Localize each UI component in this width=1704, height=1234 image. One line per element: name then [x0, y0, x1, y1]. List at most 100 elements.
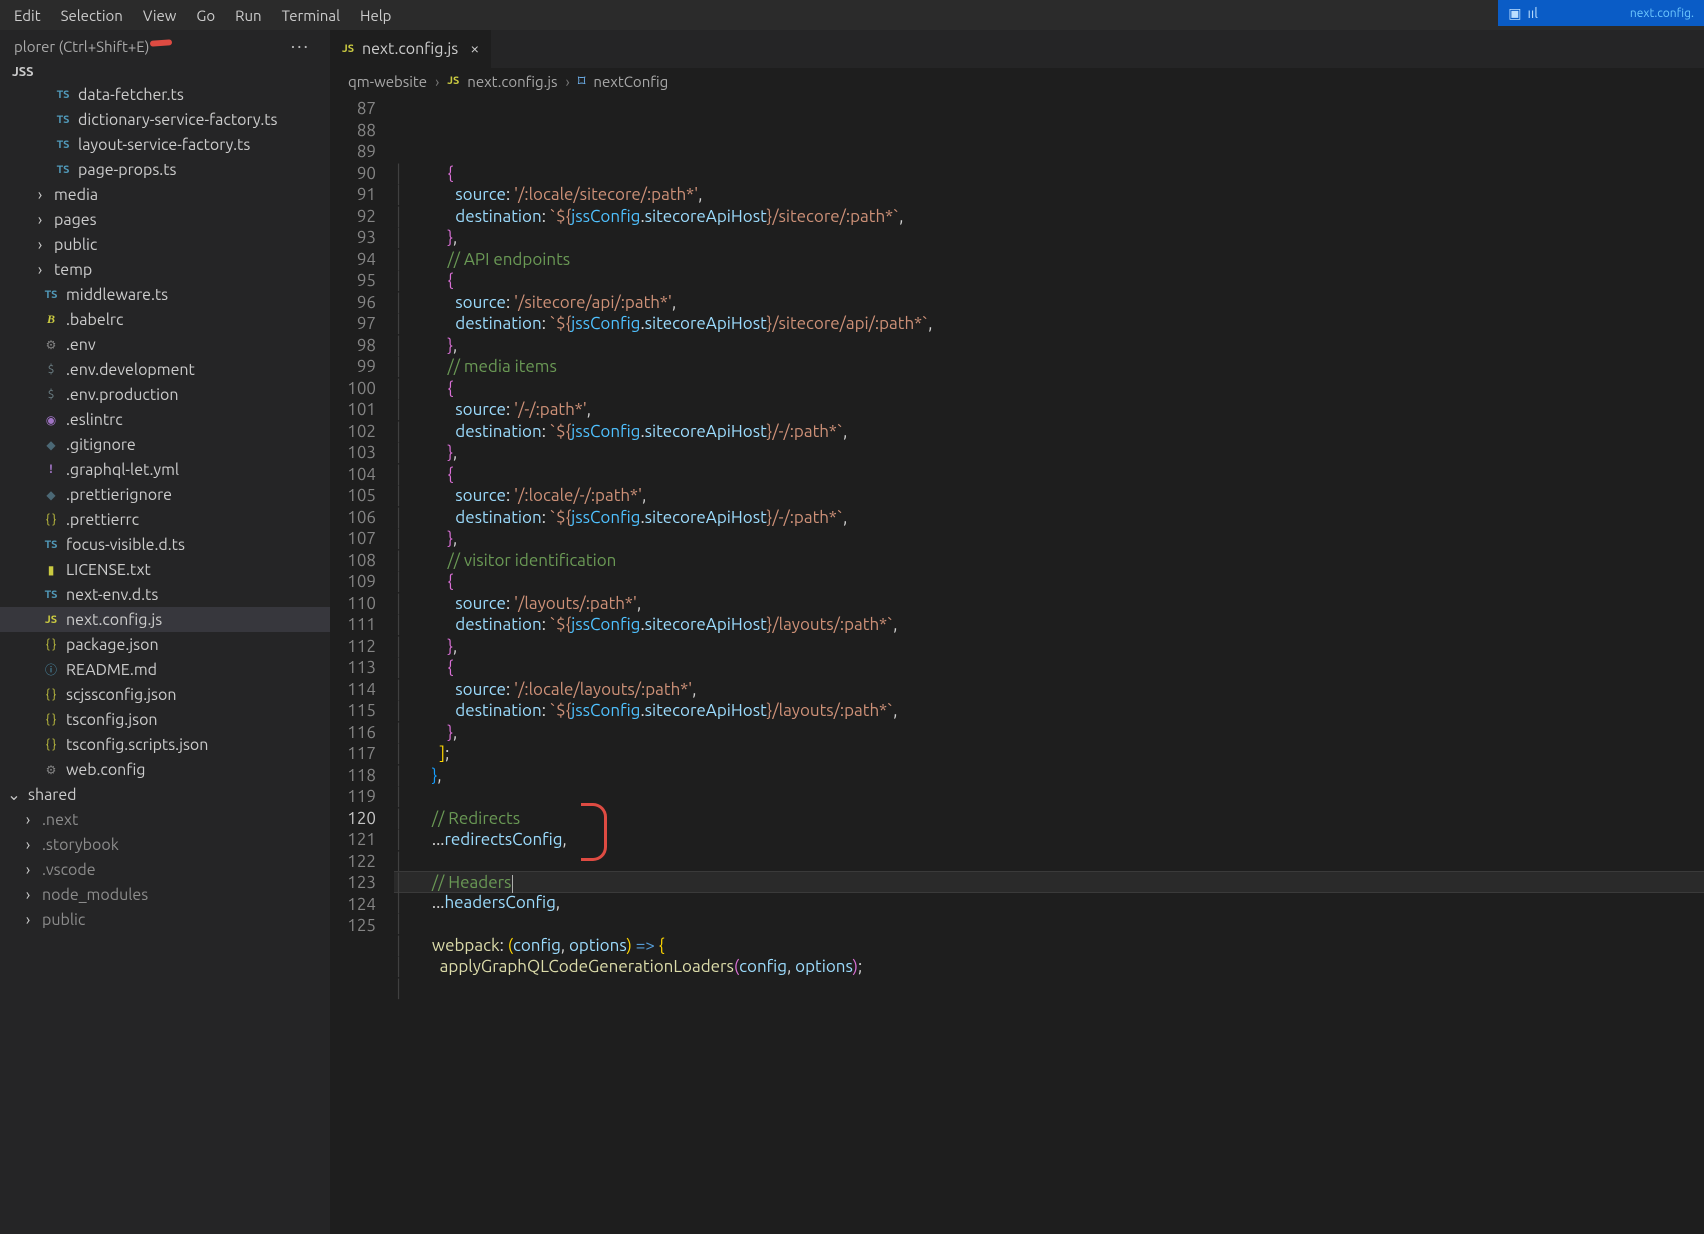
code-line[interactable]: │ // Headers [394, 871, 1704, 893]
code-line[interactable]: │ { [394, 270, 1704, 292]
code-line[interactable]: │ { [394, 464, 1704, 486]
tree-item[interactable]: { }scjssconfig.json [0, 682, 330, 707]
code-editor[interactable]: 8788899091929394959697989910010110210310… [330, 94, 1704, 1234]
menu-terminal[interactable]: Terminal [272, 3, 350, 28]
code-line[interactable]: │ }, [394, 722, 1704, 744]
tree-item[interactable]: { }tsconfig.scripts.json [0, 732, 330, 757]
tree-item[interactable]: ›node_modules [0, 882, 330, 907]
menu-edit[interactable]: Edit [4, 3, 51, 28]
tree-item[interactable]: ▮LICENSE.txt [0, 557, 330, 582]
tree-item[interactable]: TSpage-props.ts [0, 157, 330, 182]
code-line[interactable]: │ { [394, 657, 1704, 679]
tree-item[interactable]: ›public [0, 232, 330, 257]
code-line[interactable]: │ destination: `${jssConfig.sitecoreApiH… [394, 206, 1704, 228]
dollar-icon: $ [42, 363, 60, 376]
tree-item[interactable]: ›.storybook [0, 832, 330, 857]
code-line[interactable]: │ [394, 913, 1704, 935]
tree-item[interactable]: $.env.development [0, 357, 330, 382]
tree-item[interactable]: TS middleware.ts [0, 282, 330, 307]
menu-view[interactable]: View [133, 3, 187, 28]
tree-item[interactable]: ⚙web.config [0, 757, 330, 782]
tree-item[interactable]: ›temp [0, 257, 330, 282]
tree-item[interactable]: ⓘREADME.md [0, 657, 330, 682]
tree-item[interactable]: { }tsconfig.json [0, 707, 330, 732]
tree-item[interactable]: ⚙.env [0, 332, 330, 357]
more-icon[interactable]: ··· [285, 36, 316, 56]
tree-item[interactable]: TSnext-env.d.ts [0, 582, 330, 607]
tree-item[interactable]: !.graphql-let.yml [0, 457, 330, 482]
tree-item-label: media [54, 186, 98, 204]
code-line[interactable]: │ source: '/:locale/layouts/:path*', [394, 679, 1704, 701]
code-line[interactable]: │ webpack: (config, options) => { [394, 935, 1704, 957]
tree-item-label: middleware.ts [66, 286, 168, 304]
code-line[interactable]: │ }, [394, 335, 1704, 357]
tree-item[interactable]: TSlayout-service-factory.ts [0, 132, 330, 157]
line-number: 106 [330, 507, 376, 529]
text-cursor [512, 875, 513, 893]
code-line[interactable]: │ destination: `${jssConfig.sitecoreApiH… [394, 313, 1704, 335]
code-content[interactable]: │ {│ source: '/:locale/sitecore/:path*',… [394, 94, 1704, 1234]
code-line[interactable]: │ // API endpoints [394, 249, 1704, 271]
code-line[interactable]: │ // Redirects [394, 808, 1704, 830]
code-line[interactable]: │ [394, 978, 1704, 1000]
tree-item[interactable]: ◆.prettierignore [0, 482, 330, 507]
code-line[interactable]: │ destination: `${jssConfig.sitecoreApiH… [394, 614, 1704, 636]
tree-item[interactable]: ›media [0, 182, 330, 207]
line-number: 95 [330, 270, 376, 292]
code-line[interactable]: │ [394, 786, 1704, 808]
code-line[interactable]: │ { [394, 163, 1704, 185]
tree-item-label: LICENSE.txt [66, 561, 151, 579]
tree-item[interactable]: ◆.gitignore [0, 432, 330, 457]
code-line[interactable]: │ destination: `${jssConfig.sitecoreApiH… [394, 507, 1704, 529]
ts-icon: TS [42, 289, 60, 301]
code-line[interactable]: │ }, [394, 442, 1704, 464]
tree-item[interactable]: ◉.eslintrc [0, 407, 330, 432]
tree-item[interactable]: ›public [0, 907, 330, 932]
tree-item[interactable]: TSdictionary-service-factory.ts [0, 107, 330, 132]
tree-item[interactable]: B.babelrc [0, 307, 330, 332]
code-line[interactable]: │ source: '/-/:path*', [394, 399, 1704, 421]
code-line[interactable]: │ source: '/:locale/sitecore/:path*', [394, 184, 1704, 206]
tree-section-shared[interactable]: ⌄shared [0, 782, 330, 807]
tree-item[interactable]: { }package.json [0, 632, 330, 657]
code-line[interactable]: │ source: '/:locale/-/:path*', [394, 485, 1704, 507]
code-line[interactable]: │ }, [394, 528, 1704, 550]
line-number: 94 [330, 249, 376, 271]
close-icon[interactable]: × [470, 40, 479, 58]
remote-indicator[interactable]: ▣ ııl next.config. [1498, 0, 1704, 26]
breadcrumb-item[interactable]: qm-website [348, 73, 427, 90]
code-line[interactable]: │ applyGraphQLCodeGenerationLoaders(conf… [394, 956, 1704, 978]
tree-item[interactable]: ›.next [0, 807, 330, 832]
code-line[interactable]: │ destination: `${jssConfig.sitecoreApiH… [394, 421, 1704, 443]
menu-go[interactable]: Go [186, 3, 225, 28]
tree-item[interactable]: ›pages [0, 207, 330, 232]
code-line[interactable]: │ destination: `${jssConfig.sitecoreApiH… [394, 700, 1704, 722]
breadcrumb-item[interactable]: next.config.js [467, 73, 557, 90]
tree-item[interactable]: ›.vscode [0, 857, 330, 882]
tree-item[interactable]: { }.prettierrc [0, 507, 330, 532]
tree-item[interactable]: $.env.production [0, 382, 330, 407]
menu-help[interactable]: Help [350, 3, 401, 28]
code-line[interactable]: │ }, [394, 765, 1704, 787]
code-line[interactable]: │ }, [394, 636, 1704, 658]
breadcrumb-item[interactable]: nextConfig [593, 73, 668, 90]
code-line[interactable]: │ { [394, 378, 1704, 400]
code-line[interactable]: │ source: '/layouts/:path*', [394, 593, 1704, 615]
code-line[interactable]: │ { [394, 571, 1704, 593]
section-label[interactable]: JSS [0, 62, 330, 82]
code-line[interactable]: │ ...redirectsConfig, [394, 829, 1704, 851]
code-line[interactable]: │ // media items [394, 356, 1704, 378]
code-line[interactable]: │ source: '/sitecore/api/:path*', [394, 292, 1704, 314]
tab-nextconfig[interactable]: JS next.config.js × [330, 30, 492, 68]
menu-run[interactable]: Run [225, 3, 271, 28]
code-line[interactable]: │ }, [394, 227, 1704, 249]
tree-item[interactable]: TSdata-fetcher.ts [0, 82, 330, 107]
code-line[interactable]: │ ]; [394, 743, 1704, 765]
code-line[interactable]: │ [394, 851, 1704, 873]
tree-item[interactable]: TSfocus-visible.d.ts [0, 532, 330, 557]
breadcrumb[interactable]: qm-website › JS next.config.js › ⌑ nextC… [330, 68, 1704, 94]
tree-item[interactable]: JSnext.config.js [0, 607, 330, 632]
code-line[interactable]: │ // visitor identification [394, 550, 1704, 572]
menu-selection[interactable]: Selection [51, 3, 133, 28]
code-line[interactable]: │ ...headersConfig, [394, 892, 1704, 914]
